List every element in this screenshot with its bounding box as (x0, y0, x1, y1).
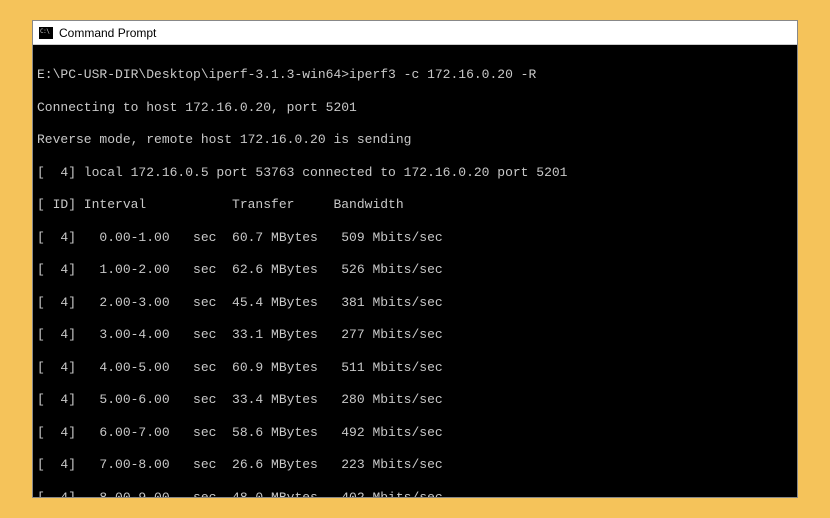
command-prompt-window: Command Prompt E:\PC-USR-DIR\Desktop\ipe… (32, 20, 798, 498)
table-row: [ 4] 6.00-7.00 sec 58.6 MBytes 492 Mbits… (37, 425, 793, 441)
table-row: [ 4] 0.00-1.00 sec 60.7 MBytes 509 Mbits… (37, 230, 793, 246)
cmd-icon (39, 27, 53, 39)
title-bar[interactable]: Command Prompt (33, 21, 797, 45)
table-header: [ ID] Interval Transfer Bandwidth (37, 197, 793, 213)
window-title: Command Prompt (59, 26, 156, 40)
prompt-line: E:\PC-USR-DIR\Desktop\iperf-3.1.3-win64>… (37, 67, 793, 83)
table-row: [ 4] 1.00-2.00 sec 62.6 MBytes 526 Mbits… (37, 262, 793, 278)
table-row: [ 4] 8.00-9.00 sec 48.0 MBytes 402 Mbits… (37, 490, 793, 497)
output-line: [ 4] local 172.16.0.5 port 53763 connect… (37, 165, 793, 181)
table-row: [ 4] 4.00-5.00 sec 60.9 MBytes 511 Mbits… (37, 360, 793, 376)
table-row: [ 4] 5.00-6.00 sec 33.4 MBytes 280 Mbits… (37, 392, 793, 408)
terminal-output[interactable]: E:\PC-USR-DIR\Desktop\iperf-3.1.3-win64>… (33, 45, 797, 497)
output-line: Connecting to host 172.16.0.20, port 520… (37, 100, 793, 116)
table-row: [ 4] 2.00-3.00 sec 45.4 MBytes 381 Mbits… (37, 295, 793, 311)
output-line: Reverse mode, remote host 172.16.0.20 is… (37, 132, 793, 148)
table-row: [ 4] 7.00-8.00 sec 26.6 MBytes 223 Mbits… (37, 457, 793, 473)
table-row: [ 4] 3.00-4.00 sec 33.1 MBytes 277 Mbits… (37, 327, 793, 343)
